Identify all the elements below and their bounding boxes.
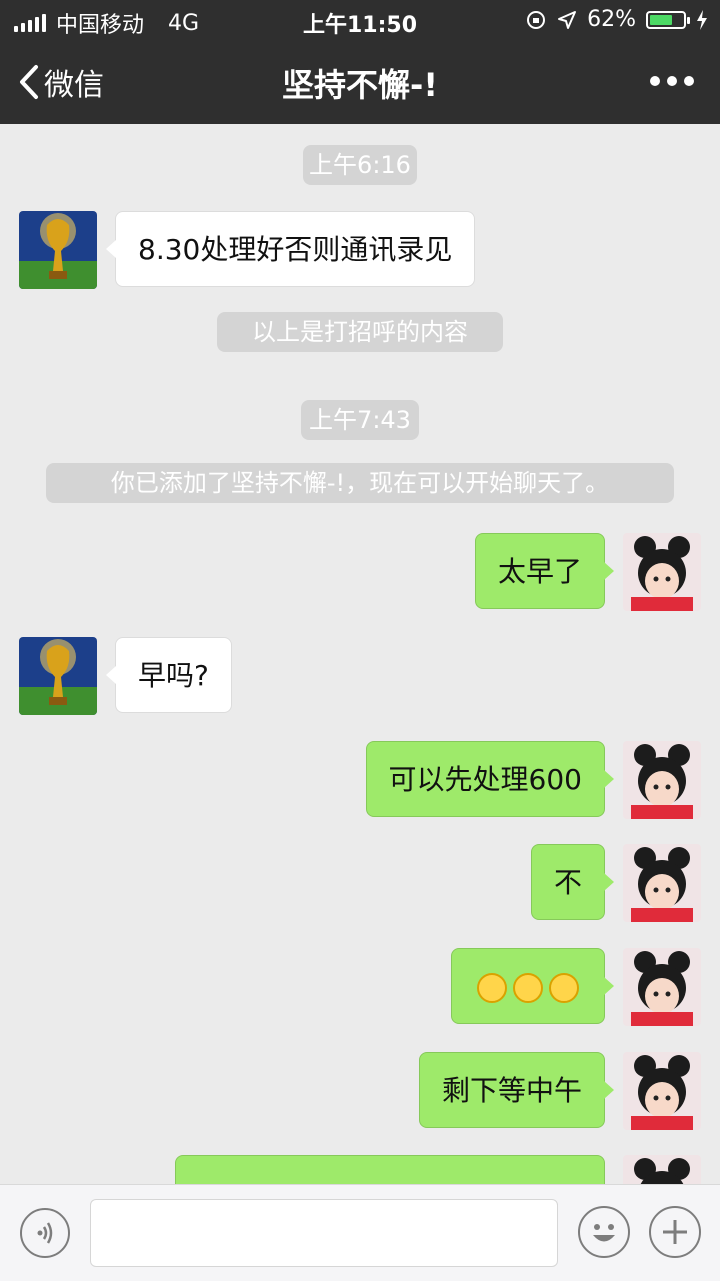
system-notice: 以上是打招呼的内容 [217,312,503,352]
charging-icon [697,9,707,30]
status-right: 62% [525,7,708,32]
outgoing-message[interactable]: 太早了 [474,533,615,609]
girl-avatar[interactable] [623,844,701,922]
battery-icon [646,10,690,29]
plus-button[interactable] [649,1206,701,1258]
input-bar [0,1184,720,1281]
girl-avatar[interactable] [623,948,701,1026]
outgoing-message-partial[interactable] [175,1155,605,1184]
girl-avatar[interactable] [623,741,701,819]
trophy-avatar[interactable] [19,637,97,715]
voice-button[interactable] [20,1208,70,1258]
system-notice: 你已添加了坚持不懈-!，现在可以开始聊天了。 [46,463,674,503]
battery-percent: 62% [587,7,636,32]
smiley-emoji-icon [549,973,579,1003]
girl-avatar[interactable] [623,1155,701,1184]
timestamp: 上午6:16 [303,145,417,185]
girl-avatar[interactable] [623,1052,701,1130]
outgoing-emoji-message[interactable] [451,948,614,1024]
emoji-button[interactable] [578,1206,630,1258]
girl-avatar[interactable] [623,533,701,611]
trophy-avatar[interactable] [19,211,97,289]
nav-bar: 微信 坚持不懈-! [0,40,720,124]
status-bar: 中国移动 4G 上午11:50 62% [0,0,720,40]
outgoing-message[interactable]: 可以先处理600 [365,741,615,817]
timestamp: 上午7:43 [301,400,419,440]
rotation-lock-icon [527,10,546,29]
voice-icon [37,1222,53,1244]
chat-title: 坚持不懈-! [282,66,438,104]
message-input[interactable] [90,1199,558,1267]
plus-icon [663,1220,687,1244]
chat-area[interactable]: 上午6:16 8.30处理好否则通讯录见 以上是打招呼的内容 上午7:43 你已… [0,124,720,1184]
outgoing-message[interactable]: 剩下等中午 [418,1052,615,1128]
incoming-message[interactable]: 8.30处理好否则通讯录见 [105,211,476,287]
emoji-icon [593,1224,615,1242]
smiley-emoji-icon [513,973,543,1003]
location-icon [558,10,577,29]
smiley-emoji-icon [477,973,507,1003]
outgoing-message[interactable]: 不 [530,844,615,920]
more-dots-icon[interactable] [650,76,694,86]
incoming-message[interactable]: 早吗? [106,637,232,713]
